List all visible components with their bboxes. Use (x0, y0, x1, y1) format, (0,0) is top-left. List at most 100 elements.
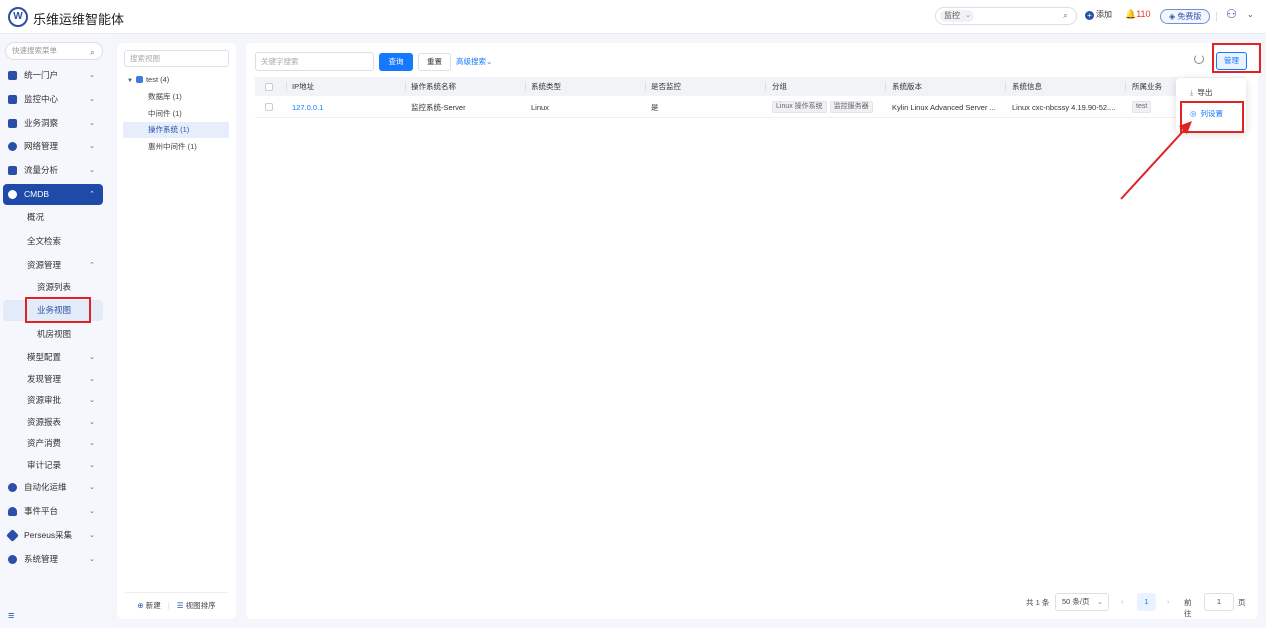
column-header-system-version[interactable]: 系统版本 (892, 77, 922, 96)
system-version-cell: Kylin Linux Advanced Server ... (892, 102, 996, 112)
divider (765, 82, 766, 91)
tree-node-huizhou-middleware[interactable]: 惠州中间件 (1) (123, 139, 229, 155)
user-icon[interactable]: ⚇ (1226, 7, 1237, 21)
sidebar-item-resource-report[interactable]: 资源报表 ⌄ (3, 412, 103, 433)
sidebar-item-discovery[interactable]: 发现管理 ⌄ (3, 369, 103, 390)
page-number-current[interactable]: 1 (1137, 593, 1156, 611)
chevron-down-icon: ⌄ (89, 376, 95, 383)
alarm-button[interactable]: 🔔110 (1125, 9, 1151, 20)
column-header-system-type[interactable]: 系统类型 (531, 77, 561, 96)
chevron-down-icon: ⌄ (89, 556, 95, 563)
chevron-down-icon: ⌄ (89, 397, 95, 404)
chevron-down-icon[interactable]: ⌄ (1247, 10, 1254, 19)
tree-node-count: (4) (160, 75, 170, 84)
select-all-checkbox[interactable] (265, 77, 273, 96)
sidebar-item-room-view[interactable]: 机房视图 (3, 324, 103, 345)
sidebar-item-traffic[interactable]: 流量分析 ⌄ (3, 160, 103, 181)
column-header-os-name[interactable]: 操作系统名称 (411, 77, 456, 96)
chevron-down-icon: ⌄ (965, 12, 971, 19)
tree-node-label: 惠州中间件 (148, 142, 186, 151)
app-logo[interactable]: W (8, 7, 28, 27)
advanced-search-label: 高级搜索 (456, 57, 486, 66)
column-header-group[interactable]: 分组 (772, 77, 787, 96)
sidebar-item-label: 网络管理 (24, 141, 59, 151)
sidebar-item-label: 概况 (27, 212, 45, 222)
column-header-system-info[interactable]: 系统信息 (1012, 77, 1042, 96)
divider (405, 82, 406, 91)
export-label: 导出 (1197, 88, 1213, 97)
sidebar-item-audit-log[interactable]: 审计记录 ⌄ (3, 455, 103, 476)
sidebar-item-resource-management[interactable]: 资源管理 ⌃ (3, 255, 103, 276)
view-search-input[interactable]: 搜索视图 (124, 50, 229, 67)
search-icon[interactable]: ⌕ (1063, 10, 1068, 21)
tree-node-count: (1) (187, 142, 197, 151)
tree-node-database[interactable]: 数据库 (1) (123, 89, 229, 105)
divider (525, 82, 526, 91)
gear-icon (8, 555, 17, 564)
table-row[interactable]: 127.0.0.1 监控系统-Server Linux 是 Linux 操作系统… (255, 97, 1245, 118)
sidebar-item-automation[interactable]: 自动化运维 ⌄ (3, 477, 103, 498)
goto-page-input[interactable]: 1 (1204, 593, 1234, 611)
sidebar-item-network[interactable]: 网络管理 ⌄ (3, 136, 103, 157)
row-checkbox[interactable] (265, 97, 273, 117)
view-search-placeholder: 搜索视图 (130, 54, 160, 63)
group-tag: 监控服务器 (829, 101, 873, 113)
sidebar-item-cmdb[interactable]: CMDB ⌃ (3, 184, 103, 205)
sidebar-item-monitor[interactable]: 监控中心 ⌄ (3, 89, 103, 110)
menu-search-input[interactable]: 快速搜索菜单 ⌕ (5, 42, 103, 60)
cmdb-icon (8, 190, 17, 199)
next-page-icon[interactable]: › (1167, 597, 1170, 606)
highlight-box (1180, 101, 1244, 133)
sidebar-item-label: 审计记录 (27, 460, 62, 470)
sidebar-item-event-platform[interactable]: 事件平台 ⌄ (3, 501, 103, 522)
tree-node-root[interactable]: ▼ test (4) (127, 72, 169, 88)
sidebar-item-model-config[interactable]: 模型配置 ⌄ (3, 347, 103, 368)
reset-button[interactable]: 重置 (418, 53, 451, 71)
query-button[interactable]: 查询 (379, 53, 413, 71)
column-header-monitored[interactable]: 是否监控 (651, 77, 681, 96)
sidebar-item-system[interactable]: 系统管理 ⌄ (3, 549, 103, 570)
sidebar-item-business-insight[interactable]: 业务洞察 ⌄ (3, 113, 103, 134)
goto-label: 前往 (1184, 598, 1192, 618)
sidebar-item-label: 全文检索 (27, 236, 62, 246)
chevron-down-icon: ⌄ (486, 57, 493, 66)
sidebar-item-resource-approval[interactable]: 资源审批 ⌄ (3, 390, 103, 411)
sidebar-item-overview[interactable]: 概况 (3, 207, 103, 228)
sidebar-item-resource-list[interactable]: 资源列表 (3, 277, 103, 298)
tree-node-os[interactable]: 操作系统 (1) (123, 122, 229, 138)
tree-node-middleware[interactable]: 中间件 (1) (123, 106, 229, 122)
export-menu-item[interactable]: ⤓ 导出 (1176, 84, 1246, 102)
tree-node-count: (1) (180, 125, 190, 134)
prev-page-icon[interactable]: ‹ (1121, 597, 1124, 606)
column-header-business[interactable]: 所属业务 (1132, 77, 1162, 96)
sidebar-item-portal[interactable]: 统一门户 ⌄ (3, 65, 103, 86)
keyword-search-input[interactable]: 关键字搜索 (255, 52, 374, 71)
chevron-down-icon: ⌄ (89, 354, 95, 361)
caret-down-icon[interactable]: ▼ (127, 78, 133, 84)
sidebar-item-asset-consumption[interactable]: 资产消费 ⌄ (3, 433, 103, 454)
add-button[interactable]: + 添加 (1085, 9, 1112, 20)
divider (1005, 82, 1006, 91)
pagination-total: 共 1 条 (1026, 598, 1050, 607)
diamond-icon: ◈ (1169, 12, 1176, 21)
page-size-value: 50 条/页 (1062, 597, 1090, 606)
insight-icon (8, 119, 17, 128)
global-search[interactable]: 监控 ⌄ ⌕ (935, 7, 1077, 25)
sidebar-item-perseus[interactable]: Perseus采集 ⌄ (3, 525, 103, 546)
ip-link[interactable]: 127.0.0.1 (292, 97, 323, 117)
sort-views-button[interactable]: ☰ 视图排序 (177, 601, 216, 610)
search-scope-select[interactable]: 监控 ⌄ (940, 10, 974, 22)
version-badge[interactable]: ◈ 免费版 (1160, 9, 1211, 24)
refresh-icon[interactable] (1194, 54, 1204, 64)
sidebar-item-fulltext-search[interactable]: 全文检索 (3, 231, 103, 252)
column-header-ip[interactable]: IP地址 (292, 77, 314, 96)
sidebar-item-label: 系统管理 (24, 554, 59, 564)
new-view-button[interactable]: ⊕ 新建 (137, 601, 160, 610)
chevron-down-icon: ⌄ (89, 484, 95, 491)
page-size-select[interactable]: 50 条/页 ⌄ (1055, 593, 1109, 611)
globe-icon (8, 142, 17, 151)
advanced-search-button[interactable]: 高级搜索⌄ (456, 56, 492, 67)
divider (645, 82, 646, 91)
collapse-menu-icon[interactable]: ≡ (8, 610, 14, 622)
sort-views-label: 视图排序 (185, 601, 216, 610)
